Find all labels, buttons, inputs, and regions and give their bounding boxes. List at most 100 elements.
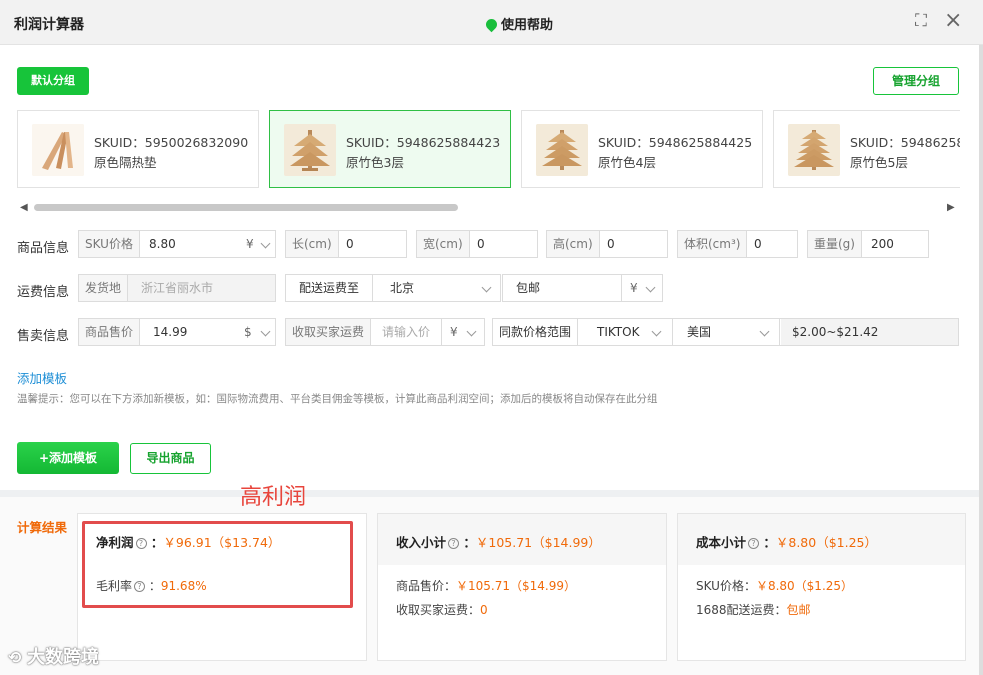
sku-price-label: SKU价格 xyxy=(79,231,140,257)
income-total-label: 收入小计 xyxy=(396,535,447,550)
destination-select[interactable]: 配送运费至 北京 xyxy=(285,274,501,302)
weight-value: 200 xyxy=(871,237,894,251)
help-question-icon[interactable]: ? xyxy=(748,538,760,549)
country-select[interactable]: 美国 xyxy=(674,319,780,345)
cost-shipping-value: 包邮 xyxy=(786,603,811,617)
origin-field: 发货地 浙江省丽水市 xyxy=(78,274,276,302)
sku-price-field[interactable]: SKU价格 8.80 ¥ xyxy=(78,230,276,258)
horizontal-scrollbar-thumb[interactable] xyxy=(34,204,458,211)
product-card[interactable]: SKUID：594862588 原竹色5层 xyxy=(773,110,960,188)
template-tip: 温馨提示：您可以在下方添加新模板，如：国际物流费用、平台类目佣金等模板，计算此商… xyxy=(17,393,658,405)
divider xyxy=(621,275,622,301)
add-template-link[interactable]: 添加模板 xyxy=(17,368,67,387)
weight-field[interactable]: 重量(g) 200 xyxy=(807,230,929,258)
buyer-shipping-field[interactable]: 收取买家运费 请输入价 ¥ xyxy=(285,318,485,346)
currency-select[interactable]: ¥ xyxy=(630,275,638,301)
income-price-line: 商品售价：￥105.71（$14.99） xyxy=(396,577,576,594)
product-card[interactable]: SKUID：5948625884425 原竹色4层 xyxy=(521,110,763,188)
price-range-label: 同款价格范围 xyxy=(493,319,579,345)
height-field[interactable]: 高(cm) 0 xyxy=(546,230,668,258)
product-name: 原色隔热垫 xyxy=(94,155,157,170)
income-shipping-line: 收取买家运费：0 xyxy=(396,601,488,618)
income-shipping-label: 收取买家运费： xyxy=(396,603,481,617)
income-price-label: 商品售价： xyxy=(396,579,457,593)
sale-price-value: 14.99 xyxy=(153,325,188,339)
shipping-fee-value: 包邮 xyxy=(516,281,541,295)
volume-field[interactable]: 体积(cm³) 0 xyxy=(677,230,798,258)
watermark: ⟲ 大数跨境 xyxy=(8,643,99,669)
add-template-button[interactable]: +添加模板 xyxy=(17,442,119,474)
sku-price-value: 8.80 xyxy=(149,237,176,251)
income-total-value: ￥105.71（$14.99） xyxy=(475,535,601,550)
sale-price-label: 商品售价 xyxy=(79,319,141,345)
manage-group-button[interactable]: 管理分组 xyxy=(873,67,959,95)
scroll-left-arrow-icon[interactable]: ◀ xyxy=(20,202,28,213)
income-box: 收入小计? ：￥105.71（$14.99） 商品售价：￥105.71（$14.… xyxy=(377,513,667,661)
cost-sku-line: SKU价格：￥8.80（$1.25） xyxy=(696,577,853,594)
product-name: 原竹色3层 xyxy=(346,155,404,170)
volume-value: 0 xyxy=(754,237,762,251)
weight-label: 重量(g) xyxy=(808,231,862,257)
cost-sku-value: ￥8.80（$1.25） xyxy=(755,579,854,593)
window-title: 利润计算器 xyxy=(14,17,84,33)
currency-select[interactable]: ¥ xyxy=(450,319,458,345)
chevron-down-icon xyxy=(260,326,271,337)
product-sku: SKUID：5950026832090 xyxy=(94,135,249,150)
width-label: 宽(cm) xyxy=(417,231,470,257)
length-field[interactable]: 长(cm) 0 xyxy=(285,230,407,258)
export-products-button[interactable]: 导出商品 xyxy=(130,443,211,474)
height-label: 高(cm) xyxy=(547,231,600,257)
platform-select[interactable]: TIKTOK xyxy=(583,319,673,345)
watermark-logo-icon: ⟲ xyxy=(8,648,27,667)
cost-shipping-line: 1688配送运费：包邮 xyxy=(696,601,811,618)
chevron-down-icon xyxy=(481,282,492,293)
cost-sku-label: SKU价格： xyxy=(696,579,756,593)
product-thumbnail xyxy=(32,124,84,176)
length-value: 0 xyxy=(346,237,354,251)
product-card-selected[interactable]: SKUID：5948625884423 原竹色3层 xyxy=(269,110,511,188)
price-range-value: $2.00~$21.42 xyxy=(792,325,879,339)
location-pin-icon xyxy=(483,16,500,33)
highlight-box xyxy=(82,521,353,608)
product-thumbnail xyxy=(284,124,336,176)
product-card[interactable]: SKUID：5950026832090 原色隔热垫 xyxy=(17,110,259,188)
product-info-label: 商品信息 xyxy=(17,241,70,256)
title-bar: 利润计算器 使用帮助 ⛶ × xyxy=(0,0,983,45)
buyer-shipping-label: 收取买家运费 xyxy=(286,319,372,345)
shipping-info-label: 运费信息 xyxy=(17,285,70,300)
origin-label: 发货地 xyxy=(79,275,129,301)
high-profit-annotation: 高利润 xyxy=(240,485,307,510)
sale-price-field[interactable]: 商品售价 14.99 $ xyxy=(78,318,276,346)
vertical-scrollbar[interactable] xyxy=(979,45,983,675)
help-link[interactable]: 使用帮助 xyxy=(483,14,553,33)
chevron-down-icon xyxy=(645,282,656,293)
length-label: 长(cm) xyxy=(286,231,339,257)
product-sku: SKUID：5948625884425 xyxy=(598,135,753,150)
maximize-icon[interactable]: ⛶ xyxy=(912,12,930,30)
currency-select[interactable]: $ xyxy=(244,319,252,345)
scroll-right-arrow-icon[interactable]: ▶ xyxy=(947,202,955,213)
help-question-icon[interactable]: ? xyxy=(448,538,460,549)
cost-total-value: ￥8.80（$1.25） xyxy=(775,535,877,550)
chevron-down-icon xyxy=(466,326,477,337)
product-thumbnail xyxy=(788,124,840,176)
platform-value: TIKTOK xyxy=(597,325,640,339)
volume-label: 体积(cm³) xyxy=(678,231,748,257)
chevron-down-icon xyxy=(759,326,770,337)
width-field[interactable]: 宽(cm) 0 xyxy=(416,230,538,258)
shipping-fee-field[interactable]: 包邮 ¥ xyxy=(502,274,663,302)
sales-info-label: 售卖信息 xyxy=(17,329,70,344)
default-group-button[interactable]: 默认分组 xyxy=(17,67,89,95)
results-title: 计算结果 xyxy=(17,520,68,535)
product-sku: SKUID：5948625884423 xyxy=(346,135,501,150)
currency-select[interactable]: ¥ xyxy=(246,231,254,257)
destination-value: 北京 xyxy=(390,281,415,295)
product-name: 原竹色5层 xyxy=(850,155,908,170)
income-shipping-value: 0 xyxy=(480,603,488,617)
profit-calculator-window: 利润计算器 使用帮助 ⛶ × 默认分组 管理分组 SKUID：595002683… xyxy=(0,0,983,675)
watermark-text: 大数跨境 xyxy=(26,647,99,668)
buyer-shipping-input[interactable]: 请输入价 xyxy=(382,319,430,345)
origin-value: 浙江省丽水市 xyxy=(141,281,214,295)
close-icon[interactable]: × xyxy=(944,10,962,32)
country-value: 美国 xyxy=(687,325,712,339)
